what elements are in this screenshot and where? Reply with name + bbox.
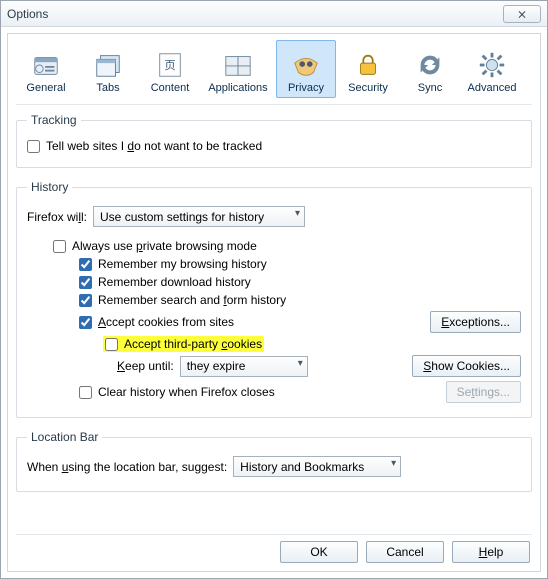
dialog-footer: OK Cancel Help — [16, 534, 532, 563]
tab-label: Tabs — [96, 82, 119, 94]
history-legend: History — [27, 180, 72, 194]
remember-forms-label: Remember search and form history — [98, 293, 286, 307]
tab-content[interactable]: 页 Content — [140, 40, 200, 98]
accept-third-party-label: Accept third-party cookies — [124, 337, 262, 351]
remember-forms-checkbox[interactable]: Remember search and form history — [79, 293, 286, 307]
remember-browsing-checkbox[interactable]: Remember my browsing history — [79, 257, 267, 271]
always-private-input[interactable] — [53, 240, 66, 253]
sync-icon — [415, 50, 445, 80]
tab-security[interactable]: Security — [338, 40, 398, 98]
tab-label: Sync — [418, 82, 442, 94]
tab-tabs[interactable]: Tabs — [78, 40, 138, 98]
options-window: Options ⨯ General Tabs 页 Content Applica… — [0, 0, 548, 579]
remember-browsing-label: Remember my browsing history — [98, 257, 267, 271]
dnt-label: Tell web sites I do not want to be track… — [46, 139, 262, 153]
tab-sync[interactable]: Sync — [400, 40, 460, 98]
remember-downloads-label: Remember download history — [98, 275, 251, 289]
exceptions-button[interactable]: Exceptions... — [430, 311, 521, 333]
cancel-button[interactable]: Cancel — [366, 541, 444, 563]
dnt-checkbox[interactable]: Tell web sites I do not want to be track… — [27, 139, 262, 153]
locationbar-label: When using the location bar, suggest: — [27, 460, 227, 474]
tab-label: Applications — [208, 82, 267, 94]
tab-label: Security — [348, 82, 388, 94]
help-button[interactable]: Help — [452, 541, 530, 563]
locationbar-legend: Location Bar — [27, 430, 102, 444]
privacy-icon — [291, 50, 321, 80]
always-private-checkbox[interactable]: Always use private browsing mode — [53, 239, 257, 253]
settings-button: Settings... — [446, 381, 521, 403]
clear-on-close-label: Clear history when Firefox closes — [98, 385, 275, 399]
window-title: Options — [7, 7, 503, 21]
tab-advanced[interactable]: Advanced — [462, 40, 522, 98]
titlebar: Options ⨯ — [1, 1, 547, 27]
close-button[interactable]: ⨯ — [503, 5, 541, 23]
locationbar-select[interactable]: History and Bookmarks — [233, 456, 401, 477]
history-mode-select[interactable]: Use custom settings for history — [93, 206, 305, 227]
clear-on-close-checkbox[interactable]: Clear history when Firefox closes — [79, 385, 275, 399]
accept-cookies-label: Accept cookies from sites — [98, 315, 234, 329]
remember-downloads-input[interactable] — [79, 276, 92, 289]
general-icon — [31, 50, 61, 80]
close-icon: ⨯ — [517, 7, 527, 21]
history-group: History Firefox will: Use custom setting… — [16, 180, 532, 418]
locationbar-group: Location Bar When using the location bar… — [16, 430, 532, 492]
always-private-label: Always use private browsing mode — [72, 239, 257, 253]
keep-until-select[interactable]: they expire — [180, 356, 308, 377]
content-icon: 页 — [155, 50, 185, 80]
accept-cookies-input[interactable] — [79, 316, 92, 329]
applications-icon — [223, 50, 253, 80]
remember-browsing-input[interactable] — [79, 258, 92, 271]
accept-third-party-checkbox[interactable]: Accept third-party cookies — [105, 337, 262, 351]
dialog-body: General Tabs 页 Content Applications Priv… — [7, 33, 541, 572]
tab-label: General — [26, 82, 65, 94]
category-toolbar: General Tabs 页 Content Applications Priv… — [16, 38, 532, 105]
keep-until-label: Keep until: — [117, 359, 174, 373]
tab-privacy[interactable]: Privacy — [276, 40, 336, 98]
svg-text:页: 页 — [164, 60, 175, 72]
tabs-icon — [93, 50, 123, 80]
accept-third-party-input[interactable] — [105, 338, 118, 351]
advanced-icon — [477, 50, 507, 80]
tab-general[interactable]: General — [16, 40, 76, 98]
security-icon — [353, 50, 383, 80]
dnt-input[interactable] — [27, 140, 40, 153]
tab-label: Advanced — [468, 82, 517, 94]
tab-applications[interactable]: Applications — [202, 40, 274, 98]
remember-forms-input[interactable] — [79, 294, 92, 307]
show-cookies-button[interactable]: Show Cookies... — [412, 355, 521, 377]
clear-on-close-input[interactable] — [79, 386, 92, 399]
accept-cookies-checkbox[interactable]: Accept cookies from sites — [79, 315, 234, 329]
tab-label: Privacy — [288, 82, 324, 94]
ok-button[interactable]: OK — [280, 541, 358, 563]
firefox-will-label: Firefox will: — [27, 210, 87, 224]
tracking-group: Tracking Tell web sites I do not want to… — [16, 113, 532, 168]
tab-label: Content — [151, 82, 190, 94]
tracking-legend: Tracking — [27, 113, 81, 127]
remember-downloads-checkbox[interactable]: Remember download history — [79, 275, 251, 289]
